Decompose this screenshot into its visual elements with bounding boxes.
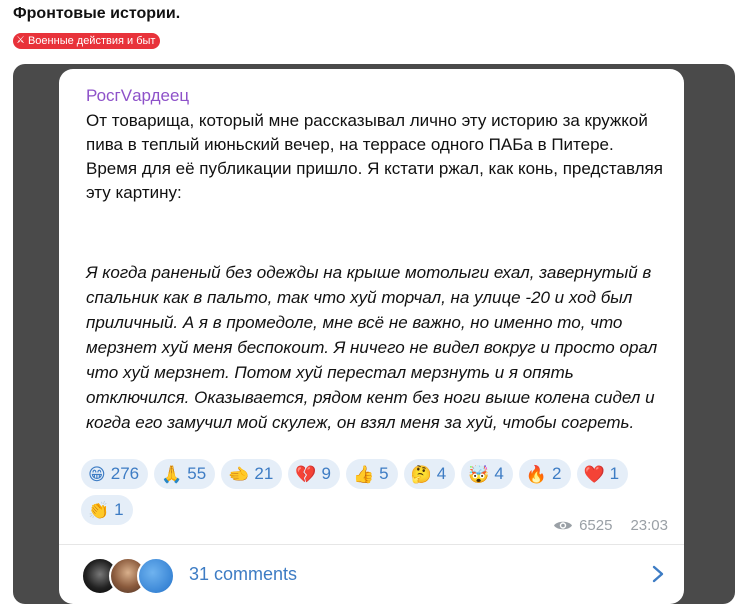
thumbs-up-icon: 👍 <box>352 464 375 484</box>
broken-heart-icon: 💔 <box>295 464 317 484</box>
reaction-count: 1 <box>114 500 124 519</box>
reaction-fire[interactable]: 🔥 2 <box>518 459 571 489</box>
reaction-grinning[interactable]: 😁 276 <box>81 459 149 489</box>
commenter-avatars <box>81 556 175 595</box>
reaction-count: 21 <box>254 464 274 483</box>
reaction-count: 276 <box>110 464 140 483</box>
reaction-thinking[interactable]: 🤔 4 <box>403 459 456 489</box>
reaction-count: 2 <box>552 464 562 483</box>
thinking-face-icon: 🤔 <box>410 464 432 484</box>
folded-hands-icon: 🙏 <box>161 464 183 484</box>
category-tag-label: Военные действия и быт <box>27 35 156 47</box>
post-meta: 6525 23:03 <box>553 517 668 534</box>
chevron-right-icon <box>652 565 664 583</box>
eye-icon <box>554 521 573 530</box>
reaction-count: 4 <box>436 464 447 483</box>
reaction-count: 9 <box>321 464 331 483</box>
clapping-hands-icon: 👏 <box>88 500 110 520</box>
red-heart-icon: ❤️ <box>583 464 605 484</box>
reaction-thumbs-up[interactable]: 👍 5 <box>345 459 398 489</box>
post-author[interactable]: РосгVардеец <box>86 86 189 106</box>
exploding-head-icon: 🤯 <box>468 464 490 484</box>
post-panel: РосгVардеец От товарища, который мне рас… <box>13 64 735 604</box>
intro-paragraph: От товарища, который мне рассказывал лич… <box>86 111 648 154</box>
reaction-folded-hands[interactable]: 🙏 55 <box>154 459 216 489</box>
reaction-broken-heart[interactable]: 💔 9 <box>288 459 340 489</box>
page-title: Фронтовые истории. <box>13 5 181 22</box>
reaction-count: 4 <box>494 464 504 483</box>
comments-label: 31 comments <box>189 564 298 584</box>
post-quote: Я когда раненый без одежды на крыше мото… <box>86 263 658 432</box>
reaction-count: 5 <box>379 464 389 483</box>
reactions-bar: 😁 276 🙏 55 🫲 21 💔 9 👍 5 🤔 4 🤯 4 🔥 2 ❤️ 1… <box>81 459 671 525</box>
reaction-clapping[interactable]: 👏 1 <box>81 495 133 525</box>
reaction-count: 1 <box>609 464 620 483</box>
reaction-pointing-hand[interactable]: 🫲 21 <box>221 459 283 489</box>
message-bubble: РосгVардеец От товарища, который мне рас… <box>59 69 684 604</box>
intro-paragraph: Время для её публикации пришло. Я кстати… <box>86 159 663 202</box>
crossed-swords-icon: ⚔ <box>16 35 25 46</box>
pointing-hand-icon: 🫲 <box>228 464 250 484</box>
reaction-count: 55 <box>187 464 207 483</box>
category-tag[interactable]: ⚔ Военные действия и быт <box>13 33 161 49</box>
post-intro: От товарища, который мне рассказывал лич… <box>86 109 671 205</box>
views-count: 6525 <box>579 517 613 534</box>
grinning-face-icon: 😁 <box>88 464 106 484</box>
comments-button[interactable]: 31 comments <box>59 545 684 604</box>
reaction-exploding-head[interactable]: 🤯 4 <box>461 459 513 489</box>
post-time: 23:03 <box>630 517 668 534</box>
avatar <box>137 556 175 595</box>
reaction-red-heart[interactable]: ❤️ 1 <box>576 459 629 489</box>
fire-icon: 🔥 <box>525 464 548 484</box>
